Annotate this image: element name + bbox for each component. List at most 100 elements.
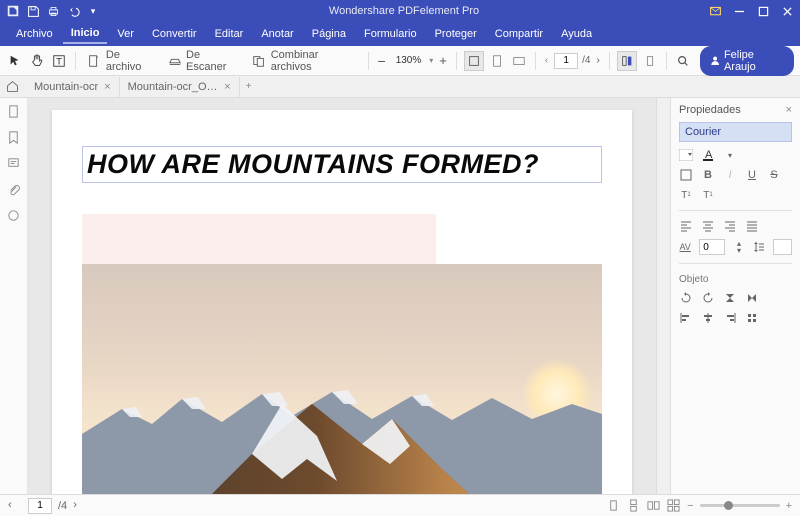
next-page-icon[interactable]: › — [73, 499, 87, 513]
view-grid-icon[interactable] — [667, 499, 681, 513]
char-spacing-value[interactable]: 0 — [699, 239, 725, 255]
separator — [456, 52, 457, 70]
rotate-left-icon[interactable] — [679, 291, 693, 305]
select-tool-icon[interactable] — [6, 52, 24, 70]
zoom-out-icon[interactable]: − — [687, 500, 693, 512]
annotations-icon[interactable] — [6, 156, 22, 172]
fit-width-icon[interactable] — [464, 51, 484, 71]
char-spacing-icon[interactable]: AV — [679, 240, 691, 254]
bookmarks-icon[interactable] — [6, 130, 22, 146]
view-continuous-icon[interactable] — [627, 499, 641, 513]
actual-size-icon[interactable] — [510, 52, 528, 70]
separator — [75, 52, 76, 70]
attachments-icon[interactable] — [6, 182, 22, 198]
zoom-slider[interactable] — [700, 504, 780, 507]
no-border-icon[interactable] — [679, 168, 693, 182]
align-right-icon[interactable] — [723, 219, 737, 233]
fit-page-icon[interactable] — [488, 52, 506, 70]
view-single-icon[interactable] — [607, 499, 621, 513]
file-tab[interactable]: Mountain-ocr_OCR× — [120, 77, 240, 97]
edit-text-icon[interactable]: T — [50, 52, 68, 70]
align-obj-center-icon[interactable] — [701, 311, 715, 325]
minimize-icon[interactable] — [732, 5, 746, 17]
line-spacing-icon[interactable] — [753, 240, 765, 254]
menu-ver[interactable]: Ver — [109, 25, 142, 43]
prev-page-icon[interactable]: ‹ — [543, 53, 550, 68]
align-justify-icon[interactable] — [745, 219, 759, 233]
view-mode-2-icon[interactable] — [641, 52, 659, 70]
align-obj-left-icon[interactable] — [679, 311, 693, 325]
from-scanner-button[interactable]: De Escaner — [163, 47, 244, 75]
menu-compartir[interactable]: Compartir — [487, 25, 551, 43]
zoom-in-icon[interactable]: + — [437, 51, 449, 70]
menu-ayuda[interactable]: Ayuda — [553, 25, 600, 43]
bold-icon[interactable]: B — [701, 168, 715, 182]
document-canvas[interactable]: HOW ARE MOUNTAINS FORMED? — [28, 98, 656, 494]
chevron-down-icon[interactable]: ▾ — [429, 56, 433, 65]
menu-editar[interactable]: Editar — [207, 25, 252, 43]
zoom-value[interactable]: 130% — [392, 55, 426, 66]
chevron-down-icon[interactable]: ▾ — [86, 4, 100, 18]
chevron-down-icon[interactable]: ▾ — [723, 148, 737, 162]
view-facing-icon[interactable] — [647, 499, 661, 513]
user-button[interactable]: Felipe Araujo — [700, 46, 794, 76]
comments-icon[interactable] — [6, 208, 22, 224]
font-color-icon[interactable]: A — [701, 148, 715, 162]
font-size-dropdown[interactable] — [679, 148, 693, 162]
line-spacing-value[interactable] — [773, 239, 792, 255]
save-icon[interactable] — [26, 4, 40, 18]
rotate-right-icon[interactable] — [701, 291, 715, 305]
user-name: Felipe Araujo — [724, 49, 784, 73]
font-family-select[interactable]: Courier — [679, 122, 792, 142]
subscript-icon[interactable]: T1 — [701, 188, 715, 202]
italic-icon[interactable]: I — [723, 168, 737, 182]
flip-horizontal-icon[interactable] — [745, 291, 759, 305]
undo-icon[interactable] — [66, 4, 80, 18]
from-file-button[interactable]: De archivo — [83, 47, 159, 75]
align-center-icon[interactable] — [701, 219, 715, 233]
stepper-icon[interactable]: ▴▾ — [733, 240, 745, 254]
menu-inicio[interactable]: Inicio — [63, 24, 108, 44]
hand-tool-icon[interactable] — [28, 52, 46, 70]
workarea: HOW ARE MOUNTAINS FORMED? — [0, 98, 800, 494]
close-tab-icon[interactable]: × — [104, 81, 110, 93]
view-mode-1-icon[interactable] — [617, 51, 637, 71]
close-panel-icon[interactable]: × — [786, 104, 792, 116]
menu-pagina[interactable]: Página — [304, 25, 354, 43]
next-page-icon[interactable]: › — [594, 53, 601, 68]
quick-access-toolbar: ▾ — [6, 4, 100, 18]
align-obj-right-icon[interactable] — [723, 311, 737, 325]
menu-anotar[interactable]: Anotar — [253, 25, 301, 43]
page-input[interactable] — [28, 498, 52, 514]
page-input[interactable] — [554, 53, 578, 69]
maximize-icon[interactable] — [756, 5, 770, 17]
svg-text:T: T — [56, 56, 62, 67]
file-tab[interactable]: Mountain-ocr× — [26, 77, 120, 97]
print-icon[interactable] — [46, 4, 60, 18]
align-left-icon[interactable] — [679, 219, 693, 233]
menu-formulario[interactable]: Formulario — [356, 25, 425, 43]
add-tab-icon[interactable]: + — [240, 77, 258, 97]
menu-archivo[interactable]: Archivo — [8, 25, 61, 43]
close-tab-icon[interactable]: × — [224, 81, 230, 93]
combine-button[interactable]: Combinar archivos — [248, 47, 361, 75]
search-icon[interactable] — [674, 52, 692, 70]
flip-vertical-icon[interactable] — [723, 291, 737, 305]
menu-proteger[interactable]: Proteger — [427, 25, 485, 43]
strike-icon[interactable]: S — [767, 168, 781, 182]
distribute-icon[interactable] — [745, 311, 759, 325]
underline-icon[interactable]: U — [745, 168, 759, 182]
notification-icon[interactable] — [708, 5, 722, 17]
menu-convertir[interactable]: Convertir — [144, 25, 205, 43]
zoom-out-icon[interactable]: − — [376, 51, 388, 71]
statusbar: ‹ /4 › − + — [0, 494, 800, 516]
prev-page-icon[interactable]: ‹ — [8, 499, 22, 513]
close-icon[interactable] — [780, 5, 794, 17]
superscript-icon[interactable]: T1 — [679, 188, 693, 202]
home-tab-icon[interactable] — [4, 79, 20, 95]
window-controls — [708, 5, 794, 17]
thumbnails-icon[interactable] — [6, 104, 22, 120]
zoom-in-icon[interactable]: + — [786, 500, 792, 512]
vertical-scrollbar[interactable] — [656, 98, 670, 494]
document-heading[interactable]: HOW ARE MOUNTAINS FORMED? — [82, 146, 602, 183]
